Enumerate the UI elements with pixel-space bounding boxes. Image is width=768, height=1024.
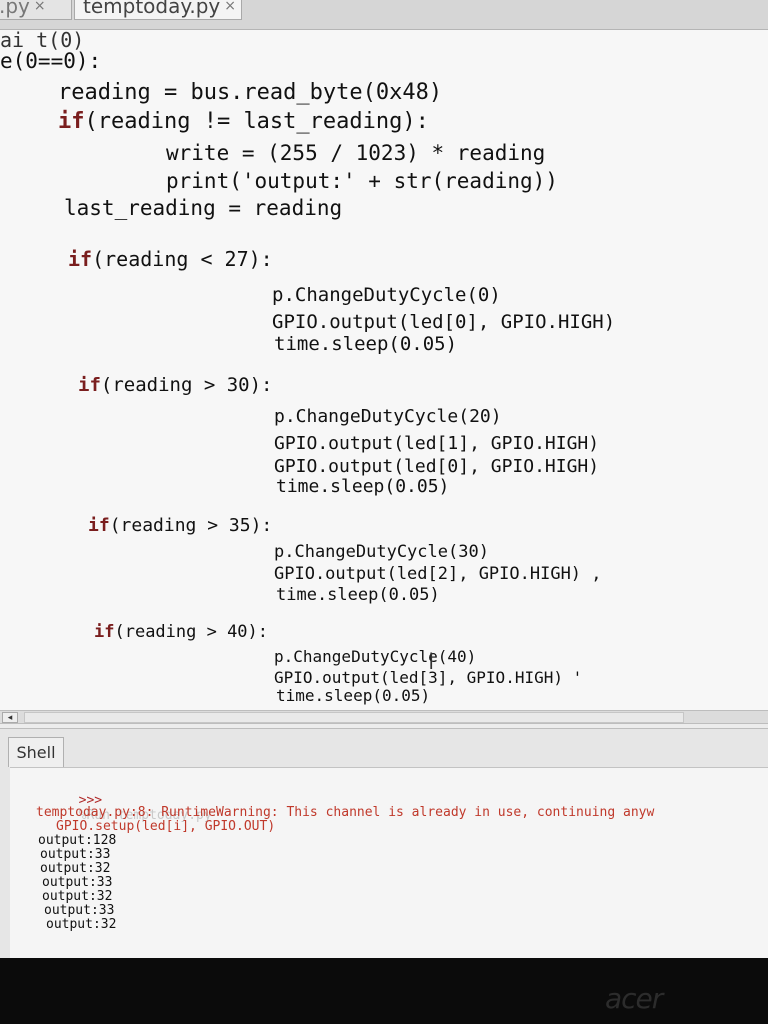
code-line: last_reading = reading xyxy=(64,196,343,220)
close-icon[interactable]: × xyxy=(34,0,46,17)
shell-output-line: output:32 xyxy=(42,889,113,904)
code-line: time.sleep(0.05) xyxy=(276,476,450,497)
code-line: reading = bus.read_byte(0x48) xyxy=(58,80,443,105)
code-line: print('output:' + str(reading)) xyxy=(166,169,558,193)
code-line: if(reading > 30): xyxy=(78,374,273,396)
close-icon[interactable]: × xyxy=(224,0,236,17)
code-line: if(reading < 27): xyxy=(68,247,273,271)
shell-output-line: output:33 xyxy=(44,903,115,918)
shell-panel: Shell >>> %Run temptoday.py temptoday.py… xyxy=(0,728,768,958)
tab-temptoday[interactable]: temptoday.py × xyxy=(74,0,242,20)
code-line: GPIO.output(led[2], GPIO.HIGH) , xyxy=(274,564,602,584)
code-line: GPIO.output(led[1], GPIO.HIGH) xyxy=(274,433,600,454)
tab-label: .py xyxy=(0,0,30,18)
text-cursor-icon: I xyxy=(428,650,434,675)
monitor-brand-logo: acer xyxy=(605,982,663,1015)
shell-output-line: output:32 xyxy=(40,861,111,876)
code-line: if(reading > 35): xyxy=(88,515,273,536)
code-line: p.ChangeDutyCycle(30) xyxy=(274,542,489,562)
scroll-left-icon[interactable]: ◂ xyxy=(2,712,18,723)
shell-output-line: output:32 xyxy=(46,917,117,932)
code-editor[interactable]: ai t(0) e(0==0): reading = bus.read_byte… xyxy=(0,30,768,710)
code-line: write = (255 / 1023) * reading xyxy=(166,141,546,165)
code-line: p.ChangeDutyCycle(40) xyxy=(274,647,477,666)
screen: .py × temptoday.py × ai t(0) e(0==0): re… xyxy=(0,0,768,958)
shell-console[interactable]: >>> %Run temptoday.py temptoday.py:8: Ru… xyxy=(10,767,768,958)
shell-warning-source: GPIO.setup(led[i], GPIO.OUT) xyxy=(56,819,276,834)
shell-output-line: output:33 xyxy=(40,847,111,862)
scrollbar-thumb[interactable] xyxy=(24,712,684,723)
code-line: GPIO.output(led[0], GPIO.HIGH) xyxy=(274,456,600,477)
tab-previous-file[interactable]: .py × xyxy=(0,0,72,20)
tab-shell[interactable]: Shell xyxy=(8,737,64,767)
code-line: if(reading > 40): xyxy=(94,622,269,642)
code-line: time.sleep(0.05) xyxy=(274,333,458,355)
shell-output-line: output:128 xyxy=(38,833,117,848)
shell-warning: temptoday.py:8: RuntimeWarning: This cha… xyxy=(36,805,655,820)
code-line: p.ChangeDutyCycle(20) xyxy=(274,406,502,427)
tab-label: temptoday.py xyxy=(83,0,221,18)
code-line: GPIO.output(led[0], GPIO.HIGH) xyxy=(272,311,616,333)
shell-output-line: output:33 xyxy=(42,875,113,890)
code-line: e(0==0): xyxy=(0,49,102,73)
horizontal-scrollbar[interactable]: ◂ xyxy=(0,710,768,724)
code-line: p.ChangeDutyCycle(0) xyxy=(272,284,501,306)
code-line: time.sleep(0.05) xyxy=(276,585,440,605)
editor-tab-bar: .py × temptoday.py × xyxy=(0,0,768,30)
code-line: if(reading != last_reading): xyxy=(58,109,429,134)
code-line: time.sleep(0.05) xyxy=(276,686,431,705)
